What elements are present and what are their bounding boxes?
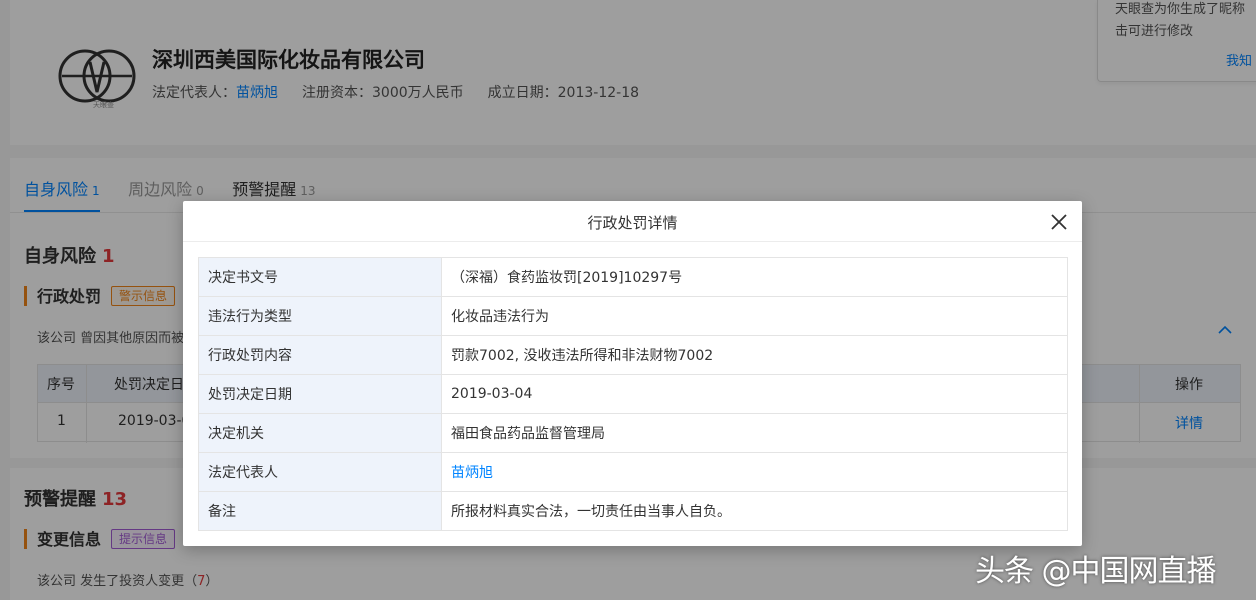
table-row: 违法行为类型 化妆品违法行为	[198, 296, 1068, 336]
watermark: 头条 @中国网直播	[975, 554, 1217, 589]
table-row: 决定书文号 （深福）食药监妆罚[2019]10297号	[198, 257, 1068, 297]
detail-key: 决定机关	[198, 413, 442, 453]
table-row: 备注 所报材料真实合法，一切责任由当事人自负。	[198, 491, 1068, 531]
table-row: 处罚决定日期 2019-03-04	[198, 374, 1068, 414]
penalty-detail-modal: 行政处罚详情 决定书文号 （深福）食药监妆罚[2019]10297号 违法行为类型…	[183, 201, 1082, 546]
detail-key: 备注	[198, 491, 442, 531]
detail-value: 2019-03-04	[441, 374, 1068, 414]
legal-rep-detail-link[interactable]: 苗炳旭	[451, 465, 493, 481]
table-row: 决定机关 福田食品药品监督管理局	[198, 413, 1068, 453]
modal-header: 行政处罚详情	[183, 201, 1082, 242]
detail-value: 化妆品违法行为	[441, 296, 1068, 336]
detail-value: 罚款7002, 没收违法所得和非法财物7002	[441, 335, 1068, 375]
detail-key: 处罚决定日期	[198, 374, 442, 414]
table-row: 行政处罚内容 罚款7002, 没收违法所得和非法财物7002	[198, 335, 1068, 375]
detail-key: 法定代表人	[198, 452, 442, 492]
detail-value: 所报材料真实合法，一切责任由当事人自负。	[441, 491, 1068, 531]
detail-value: 福田食品药品监督管理局	[441, 413, 1068, 453]
detail-value-cell: 苗炳旭	[441, 452, 1068, 492]
detail-value: （深福）食药监妆罚[2019]10297号	[441, 257, 1068, 297]
detail-key: 违法行为类型	[198, 296, 442, 336]
modal-title: 行政处罚详情	[587, 214, 678, 232]
detail-key: 行政处罚内容	[198, 335, 442, 375]
detail-key: 决定书文号	[198, 257, 442, 297]
close-icon[interactable]	[1049, 212, 1069, 232]
table-row: 法定代表人 苗炳旭	[198, 452, 1068, 492]
detail-table: 决定书文号 （深福）食药监妆罚[2019]10297号 违法行为类型 化妆品违法行为…	[198, 257, 1068, 531]
